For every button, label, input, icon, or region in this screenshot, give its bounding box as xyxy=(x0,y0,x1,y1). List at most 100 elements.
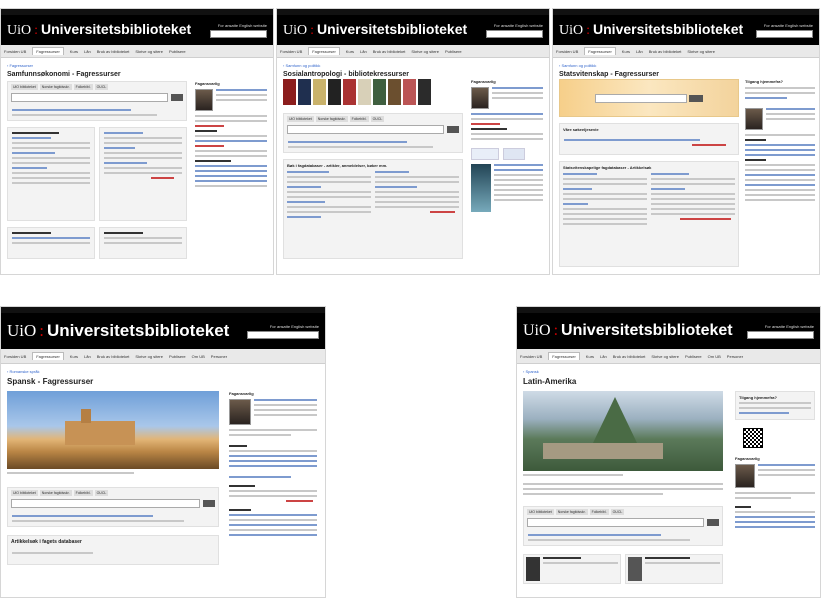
search-input[interactable] xyxy=(287,125,444,134)
nav-item[interactable]: Forsiden UB xyxy=(280,49,302,54)
screenshot-sosialantropologi: UiO: Universitetsbiblioteket For ansatte … xyxy=(276,8,550,275)
nav-item[interactable]: Personer xyxy=(727,354,743,359)
nav-item[interactable]: Kurs xyxy=(586,354,594,359)
search-panel: UiO biblioteket Norske fagtidsskr. Folkebi… xyxy=(7,487,219,527)
search-tab[interactable]: Norske fagtidsskr. xyxy=(315,116,348,122)
nav-item[interactable]: Lån xyxy=(360,49,367,54)
screenshot-spansk: UiO: Universitetsbiblioteket For ansatte … xyxy=(0,306,326,598)
header-search-input[interactable] xyxy=(486,29,543,38)
search-input[interactable] xyxy=(11,93,168,102)
search-tab[interactable]: Norske fagtidsskr. xyxy=(39,490,72,496)
logo[interactable]: UiO: Universitetsbiblioteket xyxy=(559,21,743,39)
header-search-input[interactable] xyxy=(247,330,319,339)
logo[interactable]: UiO: Universitetsbiblioteket xyxy=(283,21,467,39)
nav-item[interactable]: Bruk av biblioteket xyxy=(97,49,130,54)
search-button[interactable] xyxy=(689,94,703,102)
nav-item[interactable]: Skrive og sitere xyxy=(135,49,163,54)
nav-item[interactable]: Skrive og sitere xyxy=(135,354,163,359)
nav-item-active[interactable]: Fagressurser xyxy=(32,47,64,55)
search-tab[interactable]: OUCL xyxy=(94,84,109,90)
nav-item[interactable]: Bruk av biblioteket xyxy=(649,49,682,54)
search-tab[interactable]: Folkebibl. xyxy=(73,490,93,496)
nav-item-active[interactable]: Fagressurser xyxy=(584,47,616,55)
search-tab[interactable]: Norske fagtidsskr. xyxy=(39,84,72,90)
logo[interactable]: UiO: Universitetsbiblioteket xyxy=(7,321,229,341)
nav-item[interactable]: Bruk av biblioteket xyxy=(97,354,130,359)
breadcrumb[interactable]: ‹ Samfunn og politikk xyxy=(559,63,813,68)
nav-item[interactable]: Lån xyxy=(600,354,607,359)
nav-item[interactable]: Publisere xyxy=(445,49,462,54)
header-links[interactable]: For ansatte English website xyxy=(494,23,543,28)
search-tab[interactable]: Folkebibl. xyxy=(73,84,93,90)
nav-item[interactable]: Kurs xyxy=(346,49,354,54)
logo[interactable]: UiO: Universitetsbiblioteket xyxy=(7,21,191,39)
nav-item[interactable]: Publisere xyxy=(169,354,186,359)
nav-item[interactable]: Forsiden UB xyxy=(4,49,26,54)
nav-item[interactable]: Skrive og sitere xyxy=(687,49,715,54)
nav-item[interactable]: Publisere xyxy=(169,49,186,54)
hero-image xyxy=(523,391,723,471)
search-tab[interactable]: OUCL xyxy=(370,116,385,122)
search-tab[interactable]: OUCL xyxy=(94,490,109,496)
nav-item-active[interactable]: Fagressurser xyxy=(308,47,340,55)
nav-item[interactable]: Kurs xyxy=(622,49,630,54)
header-links[interactable]: For ansatte English website xyxy=(765,324,814,329)
header-links[interactable]: For ansatte English website xyxy=(270,324,319,329)
search-button[interactable] xyxy=(171,94,183,101)
nav-item[interactable]: Lån xyxy=(84,49,91,54)
header-search-input[interactable] xyxy=(756,29,813,38)
nav-item[interactable]: Bruk av biblioteket xyxy=(613,354,646,359)
header-links[interactable]: For ansatte English website xyxy=(218,23,267,28)
search-tab[interactable]: Norske fagtidsskr. xyxy=(555,509,588,515)
partner-logo[interactable] xyxy=(503,148,525,160)
logo[interactable]: UiO: Universitetsbiblioteket xyxy=(523,322,733,340)
search-button[interactable] xyxy=(203,500,215,507)
nav-item[interactable]: Publisere xyxy=(685,354,702,359)
partner-logo[interactable] xyxy=(471,148,499,160)
nav-item[interactable]: Forsiden UB xyxy=(520,354,542,359)
nav-item[interactable]: Lån xyxy=(636,49,643,54)
header-search-input[interactable] xyxy=(210,29,267,38)
header-search-input[interactable] xyxy=(747,330,814,339)
nav-item[interactable]: Skrive og sitere xyxy=(411,49,439,54)
database-section: Bøk i fagdatabaser - artikler, anmeldels… xyxy=(283,159,463,259)
nav-item-active[interactable]: Fagressurser xyxy=(32,352,64,360)
nav-item[interactable]: Forsiden UB xyxy=(556,49,578,54)
search-tab[interactable]: UiO biblioteket xyxy=(527,509,554,515)
nav-item[interactable]: Lån xyxy=(84,354,91,359)
search-tab[interactable]: UiO biblioteket xyxy=(11,490,38,496)
search-tab[interactable]: UiO biblioteket xyxy=(287,116,314,122)
search-tab[interactable]: Folkebibl. xyxy=(589,509,609,515)
nav-item[interactable]: Bruk av biblioteket xyxy=(373,49,406,54)
search-input[interactable] xyxy=(11,499,200,508)
search-input[interactable] xyxy=(527,518,704,527)
nav-item[interactable]: Personer xyxy=(211,354,227,359)
search-input[interactable] xyxy=(595,93,687,103)
search-button[interactable] xyxy=(447,126,459,133)
search-panel: UiO biblioteket Norske fagtidsskr. Folkebi… xyxy=(283,113,463,153)
nav-item-active[interactable]: Fagressurser xyxy=(548,352,580,360)
main-nav: Forsiden UB Fagressurser Kurs Lån Bruk a… xyxy=(1,45,273,58)
nav-item[interactable]: Skrive og sitere xyxy=(651,354,679,359)
site-header: UiO: Universitetsbiblioteket For ansatte … xyxy=(1,313,325,349)
search-tab[interactable]: OUCL xyxy=(610,509,625,515)
search-tab[interactable]: UiO biblioteket xyxy=(11,84,38,90)
nav-item[interactable]: Om UB xyxy=(192,354,205,359)
resource-card[interactable] xyxy=(625,554,723,584)
search-tab[interactable]: Folkebibl. xyxy=(349,116,369,122)
breadcrumb[interactable]: ‹ Samfunn og politikk xyxy=(283,63,543,68)
sidebar-heading: Fagansvarlig xyxy=(195,81,220,86)
nav-item[interactable]: Kurs xyxy=(70,354,78,359)
nav-item[interactable]: Kurs xyxy=(70,49,78,54)
breadcrumb[interactable]: ‹ Fagressurser xyxy=(7,63,267,68)
site-header: UiO: Universitetsbiblioteket For ansatte … xyxy=(1,15,273,45)
nav-item[interactable]: Om UB xyxy=(708,354,721,359)
nav-item[interactable]: Forsiden UB xyxy=(4,354,26,359)
breadcrumb[interactable]: ‹ Romanske språk xyxy=(7,369,319,374)
search-button[interactable] xyxy=(707,519,719,526)
header-links[interactable]: For ansatte English website xyxy=(764,23,813,28)
breadcrumb[interactable]: ‹ Spansk xyxy=(523,369,814,374)
section-heading: Statsvitenskapelige fagdatabaser - Artik… xyxy=(563,165,652,170)
resource-card[interactable] xyxy=(523,554,621,584)
search-tools: Våre søkeeljesevie xyxy=(559,123,739,155)
